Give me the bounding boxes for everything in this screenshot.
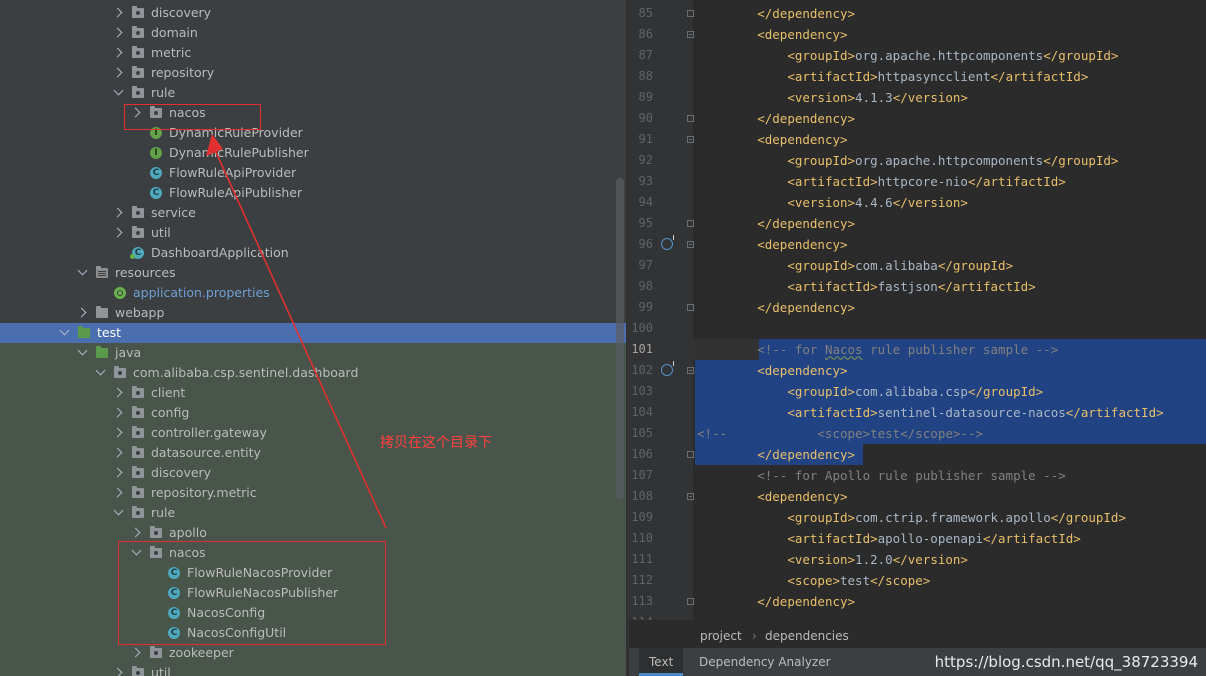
code-line: <dependency> [757,132,848,147]
code-line: <!-- <scope>test</scope>--> [697,426,983,441]
line-number: 85 [638,6,653,20]
line-number: 109 [631,510,653,524]
fold-marker-icon[interactable] [687,451,694,458]
editor-bottom-tabs: Text Dependency Analyzer https://blog.cs… [629,648,1206,676]
fold-marker-icon[interactable] [687,136,694,143]
line-number: 114 [629,612,653,620]
line-number: 107 [631,468,653,482]
line-number: 89 [638,90,653,104]
annotation-note: 拷贝在这个目录下 [380,435,492,451]
code-line: <scope>test</scope> [787,573,931,588]
fold-marker-icon[interactable] [687,241,694,248]
line-number: 88 [638,69,653,83]
code-line: <artifactId>apollo-openapi</artifactId> [787,531,1081,546]
maven-dependency-icon[interactable] [661,235,674,250]
line-number: 96 [638,237,653,251]
fold-marker-icon[interactable] [687,115,694,122]
line-number: 91 [638,132,653,146]
code-line: <artifactId>httpcore-nio</artifactId> [787,174,1066,189]
line-number: 105 [631,426,653,440]
code-line: <groupId>org.apache.httpcomponents</grou… [787,153,1119,168]
code-line: <version>4.4.6</version> [787,195,968,210]
fold-marker-icon[interactable] [687,367,694,374]
code-line: <groupId>com.alibaba</groupId> [787,258,1014,273]
code-line: </dependency> [757,6,856,21]
fold-marker-icon[interactable] [687,598,694,605]
code-line: <version>4.1.3</version> [787,90,968,105]
line-number: 104 [631,405,653,419]
code-line: <artifactId>sentinel-datasource-nacos</a… [787,405,1164,420]
tab-dependency-analyzer[interactable]: Dependency Analyzer [689,648,841,676]
code-editor[interactable]: 85 86 87 88 89 90 91 92 93 94 95 96 97 98 99 100 101 102 1… [629,0,1206,620]
fold-marker-icon[interactable] [687,493,694,500]
code-line: </dependency> [757,216,856,231]
maven-dependency-icon[interactable] [661,361,674,376]
breadcrumb: project › dependencies [629,624,1206,648]
line-number: 99 [638,300,653,314]
code-line: <artifactId>httpasyncclient</artifactId> [787,69,1089,84]
line-number: 110 [631,531,653,545]
code-line: <artifactId>fastjson</artifactId> [787,279,1036,294]
line-number: 98 [638,279,653,293]
fold-marker-icon[interactable] [687,304,694,311]
line-number: 101 [631,342,653,356]
fold-marker-icon[interactable] [687,220,694,227]
fold-marker-icon[interactable] [687,31,694,38]
line-number: 94 [638,195,653,209]
line-number: 100 [631,321,653,335]
annotation-arrow [206,134,387,529]
line-number: 112 [631,573,653,587]
code-line: <groupId>com.ctrip.framework.apollo</gro… [787,510,1126,525]
line-number: 95 [638,216,653,230]
watermark: https://blog.csdn.net/qq_38723394 [934,653,1198,671]
line-number: 97 [638,258,653,272]
tab-text[interactable]: Text [639,648,684,676]
code-line: </dependency> [757,594,856,609]
code-line: <groupId>org.apache.httpcomponents</grou… [787,48,1119,63]
line-number: 90 [638,111,653,125]
line-number: 93 [638,174,653,188]
breadcrumb-dependencies[interactable]: dependencies [765,624,849,648]
breadcrumb-project[interactable]: project [700,624,742,648]
code-line: <dependency> [757,237,848,252]
line-number: 113 [631,594,653,608]
breadcrumb-separator: › [752,629,757,643]
line-number: 92 [638,153,653,167]
line-number: 108 [631,489,653,503]
code-line: <groupId>com.alibaba.csp</groupId> [787,384,1044,399]
line-number: 103 [631,384,653,398]
project-tree-panel: discovery domain metric repository rule nacos… [0,0,626,676]
line-number: 106 [631,447,653,461]
code-line: </dependency> [757,447,856,462]
fold-marker-icon[interactable] [687,10,694,17]
line-number: 111 [631,552,653,566]
code-line: <!-- for Nacos rule publisher sample --> [697,342,1059,357]
line-number: 87 [638,48,653,62]
line-number: 102 [631,363,653,377]
line-number: 86 [638,27,653,41]
code-line: <dependency> [757,27,848,42]
code-line: </dependency> [757,300,856,315]
code-line: <!-- for Apollo rule publisher sample --… [697,468,1066,483]
code-line: <dependency> [757,489,848,504]
line-number-gutter: 85 86 87 88 89 90 91 92 93 94 95 96 97 98 99 100 101 102 1… [629,0,694,620]
code-line: </dependency> [757,111,856,126]
code-line: <dependency> [757,363,848,378]
code-line: <version>1.2.0</version> [787,552,968,567]
